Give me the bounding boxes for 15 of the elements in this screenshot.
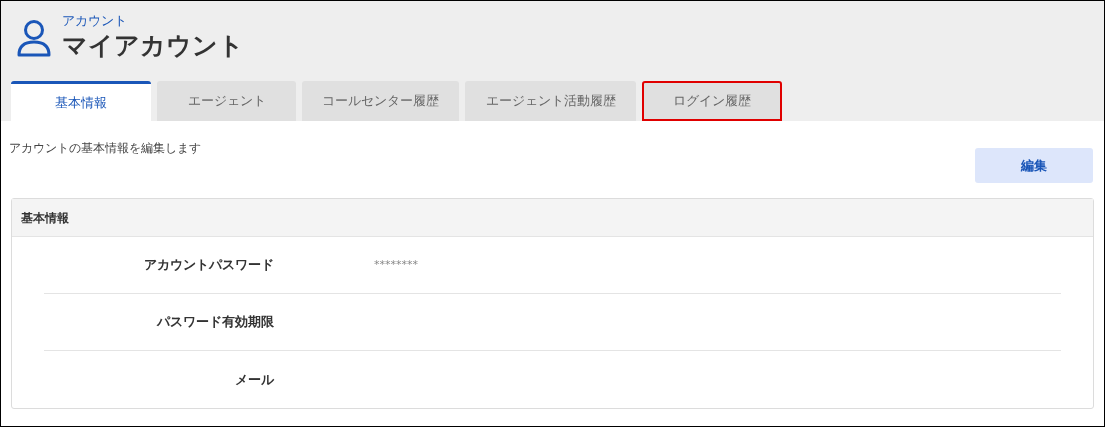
tab[interactable]: コールセンター履歴 [302,81,459,121]
field-label: アカウントパスワード [143,256,274,275]
field-label: パスワード有効期限 [155,313,274,332]
field-value: ******** [374,256,418,273]
page-title: マイアカウント [62,30,244,62]
tab[interactable]: エージェント [157,81,296,121]
card-title: 基本情報 [21,209,69,227]
field-label: メール [234,370,274,389]
breadcrumb: アカウント [62,13,128,29]
user-icon [16,19,52,57]
description: アカウントの基本情報を編集します [9,140,201,157]
tab[interactable]: ログイン履歴 [642,81,782,121]
tab[interactable]: エージェント活動履歴 [465,81,636,121]
edit-button[interactable]: 編集 [975,148,1093,183]
tab[interactable]: 基本情報 [11,81,151,121]
